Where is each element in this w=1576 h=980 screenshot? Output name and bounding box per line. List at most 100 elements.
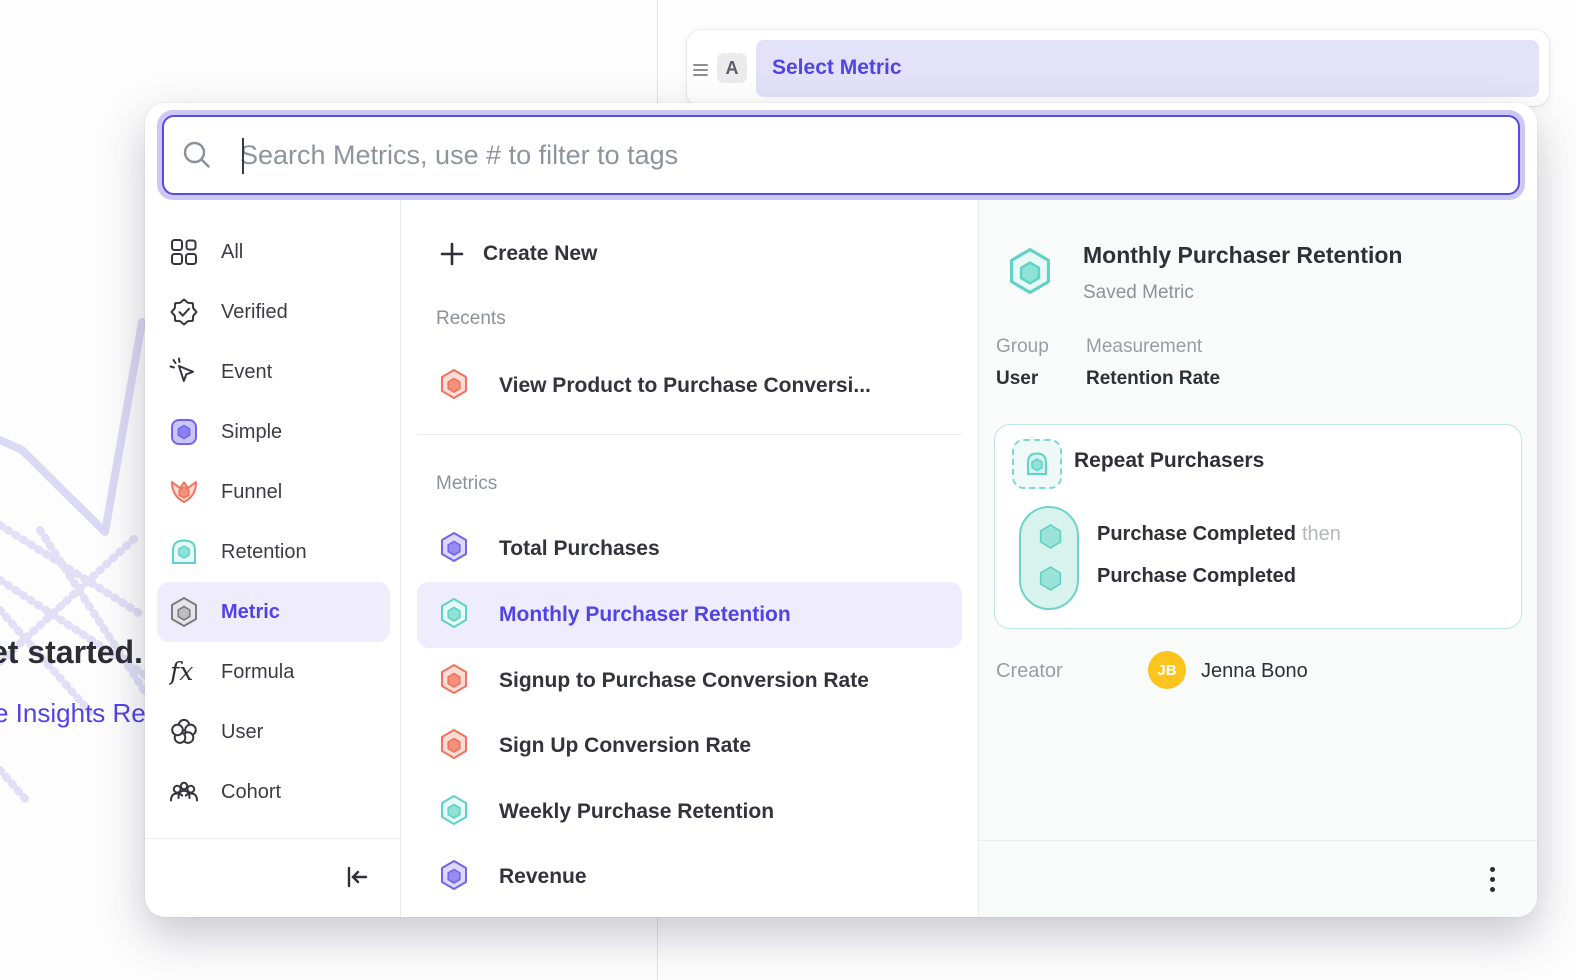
sequence-step-1: Purchase Completedthen (1097, 523, 1341, 546)
sidebar-item-label: Retention (221, 541, 307, 564)
metric-hexagon-icon (439, 663, 469, 700)
details-footer (979, 840, 1537, 917)
group-column: Group User (996, 336, 1049, 390)
search-input[interactable] (240, 140, 1518, 171)
more-options-button[interactable] (1484, 861, 1501, 898)
sidebar-item-label: Simple (221, 421, 282, 444)
metric-list-item[interactable]: Weekly Purchase Retention (417, 779, 962, 845)
grid-icon (169, 237, 199, 267)
create-new-label: Create New (483, 242, 597, 266)
svg-text:ƒx: ƒx (169, 657, 193, 686)
sidebar-item-all[interactable]: All (157, 222, 390, 282)
metric-list-item[interactable]: Signup to Purchase Conversion Rate (417, 648, 962, 714)
collapse-sidebar-button[interactable] (340, 860, 374, 897)
measurement-value: Retention Rate (1086, 368, 1220, 390)
funnel-metric-icon (169, 477, 199, 507)
sidebar-item-event[interactable]: Event (157, 342, 390, 402)
sidebar-item-simple[interactable]: Simple (157, 402, 390, 462)
simple-metric-icon (169, 417, 199, 447)
behavior-dashed-icon (1012, 439, 1062, 489)
metric-hexagon-icon (439, 794, 469, 831)
metric-list-item-label: Sign Up Conversion Rate (499, 734, 751, 758)
recents-section-header: Recents (436, 308, 506, 330)
formula-fx-icon: ƒx (169, 657, 199, 687)
category-sidebar: All Verified E (145, 200, 400, 917)
creator-name: Jenna Bono (1201, 660, 1308, 683)
metric-hexagon-icon (439, 859, 469, 896)
create-new-button[interactable]: Create New (417, 234, 962, 274)
modal-body: All Verified E (145, 200, 1537, 917)
page-background: et started. e Insights Re A Select Metri… (0, 0, 1576, 980)
series-a-badge: A (717, 53, 747, 83)
sidebar-item-label: Metric (221, 601, 280, 624)
details-subtitle: Saved Metric (1083, 282, 1194, 304)
sidebar-item-label: All (221, 241, 243, 264)
retention-metric-icon (169, 537, 199, 567)
metric-list-item[interactable]: Sign Up Conversion Rate (417, 713, 962, 779)
search-focus-ring (157, 110, 1525, 200)
sidebar-item-label: Funnel (221, 481, 282, 504)
search-icon (182, 140, 212, 170)
metric-list-item-label: Total Purchases (499, 537, 660, 561)
sidebar-item-formula[interactable]: ƒx Formula (157, 642, 390, 702)
recent-metric-item[interactable]: View Product to Purchase Conversi... (417, 353, 962, 419)
metric-list-item[interactable]: Total Purchases (417, 516, 962, 582)
collapse-icon (344, 864, 370, 890)
measurement-column: Measurement Retention Rate (1086, 336, 1220, 390)
metric-list-item-label: Weekly Purchase Retention (499, 800, 774, 824)
metric-hexagon-icon (439, 597, 469, 634)
sequence-capsule (1019, 506, 1079, 610)
sidebar-item-retention[interactable]: Retention (157, 522, 390, 582)
step-hexagon-icon (1037, 565, 1064, 592)
background-headline-fragment: et started. (0, 634, 143, 671)
sidebar-item-metric[interactable]: Metric (157, 582, 390, 642)
funnel-hexagon-icon (439, 368, 469, 405)
creator-avatar: JB (1148, 651, 1186, 689)
metric-list-item-label: Signup to Purchase Conversion Rate (499, 669, 869, 693)
drag-handle-icon[interactable] (691, 60, 708, 76)
metric-definition-card: Repeat Purchasers Purchase Completedthen… (994, 424, 1522, 629)
background-link-fragment[interactable]: e Insights Re (0, 698, 146, 729)
behavior-name: Repeat Purchasers (1074, 449, 1264, 473)
user-cluster-icon (169, 717, 199, 747)
sidebar-item-cohort[interactable]: Cohort (157, 762, 390, 822)
cohort-people-icon (169, 777, 199, 807)
metric-list-panel: Create New Recents View Product to Purch… (400, 200, 978, 917)
saved-metric-icon (169, 597, 199, 627)
verified-badge-icon (169, 297, 199, 327)
sidebar-item-user[interactable]: User (157, 702, 390, 762)
metric-details-panel: Monthly Purchaser Retention Saved Metric… (978, 200, 1537, 917)
metric-list-item-selected[interactable]: Monthly Purchaser Retention (417, 582, 962, 648)
search-box[interactable] (162, 115, 1520, 195)
background-chart-sketch (0, 280, 150, 830)
metric-hexagon-icon (439, 531, 469, 568)
sidebar-footer (145, 838, 400, 917)
sidebar-item-label: Cohort (221, 781, 281, 804)
metric-picker-modal: All Verified E (145, 103, 1537, 917)
metric-list-item[interactable]: Revenue (417, 844, 962, 910)
text-cursor (242, 138, 244, 174)
then-connector: then (1302, 523, 1341, 545)
details-title: Monthly Purchaser Retention (1083, 242, 1402, 269)
metric-hexagon-icon (439, 728, 469, 765)
select-metric-bar: A Select Metric (687, 30, 1549, 106)
sidebar-item-label: Verified (221, 301, 288, 324)
select-metric-button[interactable]: Select Metric (756, 40, 1539, 97)
sidebar-item-funnel[interactable]: Funnel (157, 462, 390, 522)
recent-metric-label: View Product to Purchase Conversi... (499, 374, 871, 398)
group-label: Group (996, 336, 1049, 358)
plus-icon (439, 241, 465, 267)
step-hexagon-icon (1037, 523, 1064, 550)
metric-list-item-label: Revenue (499, 865, 587, 889)
metric-list-item-label: Monthly Purchaser Retention (499, 603, 791, 627)
sidebar-item-label: Formula (221, 661, 294, 684)
creator-label: Creator (996, 660, 1063, 683)
measurement-label: Measurement (1086, 336, 1220, 358)
metrics-section-header: Metrics (436, 473, 497, 495)
sidebar-item-verified[interactable]: Verified (157, 282, 390, 342)
sidebar-item-label: User (221, 721, 263, 744)
group-value: User (996, 368, 1049, 390)
sequence-step-2: Purchase Completed (1097, 565, 1296, 588)
section-divider (417, 434, 962, 435)
sidebar-item-label: Event (221, 361, 272, 384)
